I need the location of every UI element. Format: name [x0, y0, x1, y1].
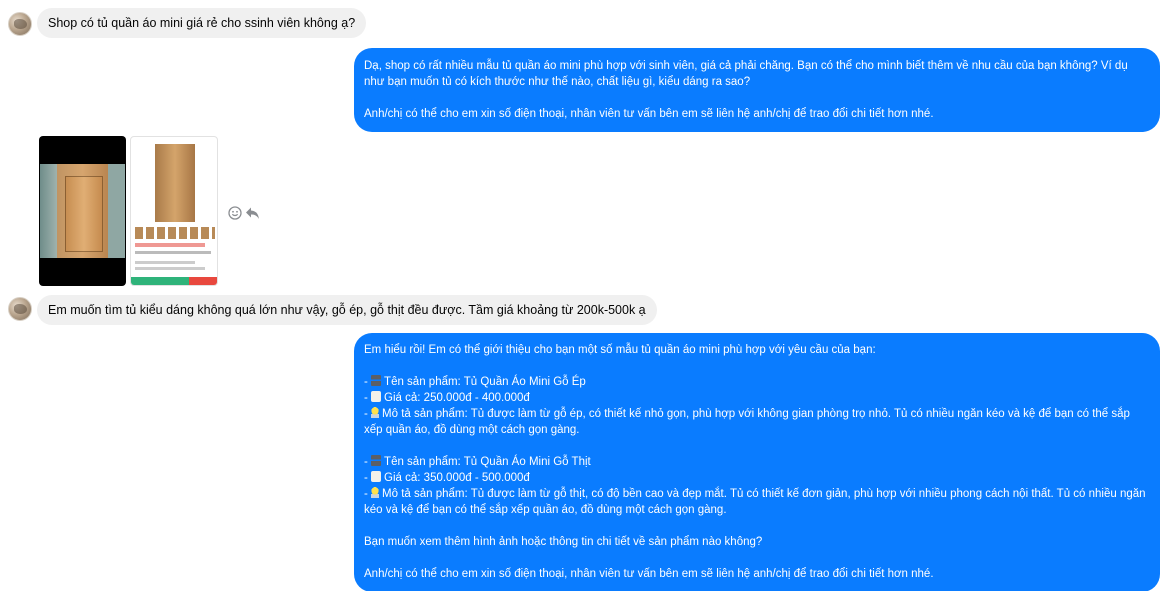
- incoming-message-1: Shop có tủ quần áo mini giá rẻ cho ssinh…: [37, 8, 367, 38]
- list-item: - Tên sản phẩm: Tủ Quần Áo Mini Gỗ Thịt: [364, 454, 1150, 470]
- list-dash: -: [364, 472, 368, 484]
- user-avatar[interactable]: [8, 12, 32, 36]
- product-detail-line: [135, 251, 211, 254]
- list-dash: -: [364, 456, 368, 468]
- list-dash: -: [364, 488, 368, 500]
- outgoing-message-4: Em hiểu rồi! Em có thể giới thiệu cho bạ…: [354, 333, 1160, 591]
- message-text: Anh/chị có thể cho em xin số điện thoại,…: [364, 568, 934, 580]
- list-dash: -: [364, 392, 368, 404]
- chair-icon: [371, 455, 382, 466]
- product-price: Giá cả: 250.000đ - 400.000đ: [384, 392, 530, 404]
- list-item: - Mô tả sản phẩm: Tủ được làm từ gỗ ép, …: [364, 406, 1150, 438]
- image-attachment-1[interactable]: [39, 136, 126, 286]
- list-item: - Giá cả: 250.000đ - 400.000đ: [364, 390, 1150, 406]
- list-item: - Giá cả: 350.000đ - 500.000đ: [364, 470, 1150, 486]
- user-avatar[interactable]: [8, 297, 32, 321]
- list-dash: -: [364, 408, 368, 420]
- product-detail-line: [135, 267, 205, 270]
- list-item: - Mô tả sản phẩm: Tủ được làm từ gỗ thịt…: [364, 486, 1150, 518]
- wardrobe-product-image: [155, 144, 195, 222]
- product-name: Tên sản phẩm: Tủ Quần Áo Mini Gỗ Ép: [384, 376, 586, 388]
- message-text: Anh/chị có thể cho em xin số điện thoại,…: [364, 108, 934, 120]
- reply-arrow-icon[interactable]: [245, 206, 260, 220]
- outgoing-message-2: Dạ, shop có rất nhiều mẫu tủ quần áo min…: [354, 48, 1160, 132]
- message-text: Shop có tủ quần áo mini giá rẻ cho ssinh…: [48, 16, 356, 30]
- message-text: Em hiểu rồi! Em có thể giới thiệu cho bạ…: [364, 344, 876, 356]
- product-variant-strip: [135, 227, 215, 239]
- chat-button-bar: [131, 277, 191, 285]
- list-item: - Tên sản phẩm: Tủ Quần Áo Mini Gỗ Ép: [364, 374, 1150, 390]
- message-text: Em muốn tìm tủ kiểu dáng không quá lớn n…: [48, 303, 646, 317]
- chair-icon: [371, 375, 382, 386]
- price-tag-icon: [371, 471, 382, 482]
- list-dash: -: [364, 376, 368, 388]
- product-price-line: [135, 243, 205, 247]
- light-bulb-icon: [371, 487, 380, 498]
- product-description: Mô tả sản phẩm: Tủ được làm từ gỗ ép, có…: [364, 408, 1130, 436]
- product-name: Tên sản phẩm: Tủ Quần Áo Mini Gỗ Thịt: [384, 456, 591, 468]
- product-price: Giá cả: 350.000đ - 500.000đ: [384, 472, 530, 484]
- wardrobe-photo: [40, 164, 125, 258]
- incoming-message-3: Em muốn tìm tủ kiểu dáng không quá lớn n…: [37, 295, 657, 325]
- message-text: Bạn muốn xem thêm hình ảnh hoặc thông ti…: [364, 536, 763, 548]
- message-text: Dạ, shop có rất nhiều mẫu tủ quần áo min…: [364, 60, 1128, 88]
- product-description: Mô tả sản phẩm: Tủ được làm từ gỗ thịt, …: [364, 488, 1146, 516]
- price-tag-icon: [371, 391, 382, 402]
- light-bulb-icon: [371, 407, 380, 418]
- product-detail-line: [135, 261, 195, 264]
- image-attachment-2[interactable]: [130, 136, 218, 286]
- smiley-react-icon[interactable]: [228, 206, 242, 220]
- buy-button-bar: [189, 277, 217, 285]
